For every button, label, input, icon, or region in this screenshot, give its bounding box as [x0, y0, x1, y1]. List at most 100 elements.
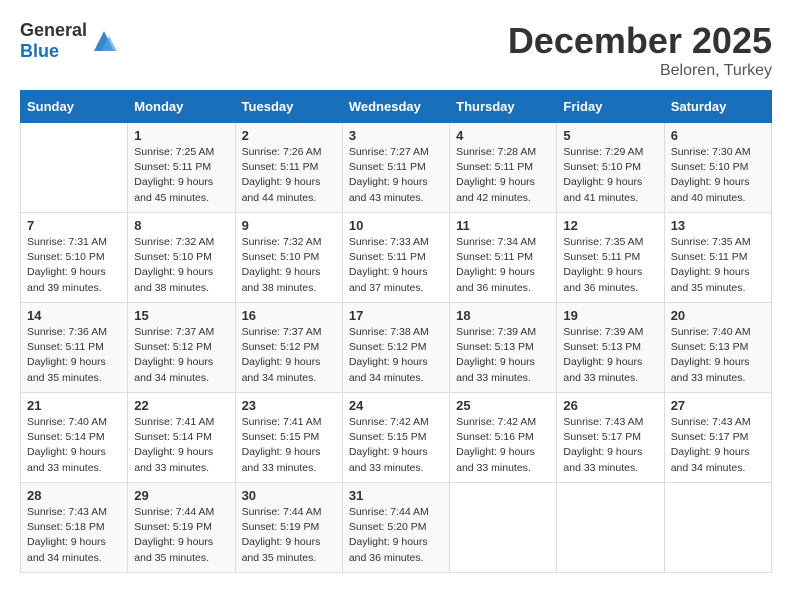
day-number: 3 — [349, 128, 443, 143]
day-number: 25 — [456, 398, 550, 413]
day-info: Sunrise: 7:26 AMSunset: 5:11 PMDaylight:… — [242, 145, 336, 206]
day-info: Sunrise: 7:29 AMSunset: 5:10 PMDaylight:… — [563, 145, 657, 206]
calendar-cell — [21, 123, 128, 213]
day-number: 9 — [242, 218, 336, 233]
day-number: 26 — [563, 398, 657, 413]
day-info: Sunrise: 7:39 AMSunset: 5:13 PMDaylight:… — [456, 325, 550, 386]
calendar-cell: 20 Sunrise: 7:40 AMSunset: 5:13 PMDayligh… — [664, 303, 771, 393]
day-info: Sunrise: 7:25 AMSunset: 5:11 PMDaylight:… — [134, 145, 228, 206]
calendar-cell: 17Sunrise: 7:38 AMSunset: 5:12 PMDayligh… — [342, 303, 449, 393]
day-info: Sunrise: 7:43 AMSunset: 5:17 PMDaylight:… — [563, 415, 657, 476]
day-number: 11 — [456, 218, 550, 233]
day-number: 24 — [349, 398, 443, 413]
col-header-saturday: Saturday — [664, 91, 771, 123]
calendar-cell: 30 Sunrise: 7:44 AMSunset: 5:19 PMDayligh… — [235, 483, 342, 573]
calendar-cell: 12 Sunrise: 7:35 AMSunset: 5:11 PMDayligh… — [557, 213, 664, 303]
day-info: Sunrise: 7:28 AMSunset: 5:11 PMDaylight:… — [456, 145, 550, 206]
day-info: Sunrise: 7:34 AMSunset: 5:11 PMDaylight:… — [456, 235, 550, 296]
col-header-thursday: Thursday — [450, 91, 557, 123]
calendar-week-row: 1Sunrise: 7:25 AMSunset: 5:11 PMDaylight… — [21, 123, 772, 213]
calendar-cell — [664, 483, 771, 573]
day-info: Sunrise: 7:32 AMSunset: 5:10 PMDaylight:… — [242, 235, 336, 296]
day-info: Sunrise: 7:43 AMSunset: 5:17 PMDaylight:… — [671, 415, 765, 476]
day-info: Sunrise: 7:44 AMSunset: 5:19 PMDaylight:… — [242, 505, 336, 566]
day-info: Sunrise: 7:30 AMSunset: 5:10 PMDaylight:… — [671, 145, 765, 206]
day-number: 14 — [27, 308, 121, 323]
calendar-cell: 1Sunrise: 7:25 AMSunset: 5:11 PMDaylight… — [128, 123, 235, 213]
day-number: 13 — [671, 218, 765, 233]
day-info: Sunrise: 7:37 AMSunset: 5:12 PMDaylight:… — [242, 325, 336, 386]
calendar-cell: 6 Sunrise: 7:30 AMSunset: 5:10 PMDaylight… — [664, 123, 771, 213]
day-number: 18 — [456, 308, 550, 323]
calendar-cell: 18 Sunrise: 7:39 AMSunset: 5:13 PMDayligh… — [450, 303, 557, 393]
day-info: Sunrise: 7:36 AMSunset: 5:11 PMDaylight:… — [27, 325, 121, 386]
logo-blue: Blue — [20, 41, 59, 61]
calendar-cell: 29Sunrise: 7:44 AMSunset: 5:19 PMDayligh… — [128, 483, 235, 573]
day-info: Sunrise: 7:44 AMSunset: 5:19 PMDaylight:… — [134, 505, 228, 566]
header: General Blue December 2025 Beloren, Turk… — [20, 20, 772, 80]
col-header-tuesday: Tuesday — [235, 91, 342, 123]
day-info: Sunrise: 7:39 AMSunset: 5:13 PMDaylight:… — [563, 325, 657, 386]
day-info: Sunrise: 7:41 AMSunset: 5:15 PMDaylight:… — [242, 415, 336, 476]
calendar-cell: 16 Sunrise: 7:37 AMSunset: 5:12 PMDayligh… — [235, 303, 342, 393]
day-number: 23 — [242, 398, 336, 413]
calendar-cell: 23 Sunrise: 7:41 AMSunset: 5:15 PMDayligh… — [235, 393, 342, 483]
day-number: 19 — [563, 308, 657, 323]
day-info: Sunrise: 7:35 AMSunset: 5:11 PMDaylight:… — [671, 235, 765, 296]
calendar-cell — [450, 483, 557, 573]
calendar-cell: 7 Sunrise: 7:31 AMSunset: 5:10 PMDaylight… — [21, 213, 128, 303]
day-info: Sunrise: 7:42 AMSunset: 5:15 PMDaylight:… — [349, 415, 443, 476]
calendar-table: SundayMondayTuesdayWednesdayThursdayFrid… — [20, 90, 772, 573]
calendar-cell: 9 Sunrise: 7:32 AMSunset: 5:10 PMDaylight… — [235, 213, 342, 303]
calendar-cell: 28Sunrise: 7:43 AMSunset: 5:18 PMDayligh… — [21, 483, 128, 573]
calendar-cell — [557, 483, 664, 573]
calendar-cell: 3 Sunrise: 7:27 AMSunset: 5:11 PMDaylight… — [342, 123, 449, 213]
calendar-cell: 4 Sunrise: 7:28 AMSunset: 5:11 PMDaylight… — [450, 123, 557, 213]
day-number: 2 — [242, 128, 336, 143]
day-number: 12 — [563, 218, 657, 233]
day-number: 6 — [671, 128, 765, 143]
day-info: Sunrise: 7:42 AMSunset: 5:16 PMDaylight:… — [456, 415, 550, 476]
month-title: December 2025 — [508, 20, 772, 62]
calendar-week-row: 28Sunrise: 7:43 AMSunset: 5:18 PMDayligh… — [21, 483, 772, 573]
day-number: 8 — [134, 218, 228, 233]
location-subtitle: Beloren, Turkey — [508, 62, 772, 80]
logo-icon — [89, 26, 119, 56]
day-info: Sunrise: 7:32 AMSunset: 5:10 PMDaylight:… — [134, 235, 228, 296]
day-number: 22 — [134, 398, 228, 413]
day-info: Sunrise: 7:37 AMSunset: 5:12 PMDaylight:… — [134, 325, 228, 386]
calendar-header-row: SundayMondayTuesdayWednesdayThursdayFrid… — [21, 91, 772, 123]
day-number: 7 — [27, 218, 121, 233]
day-info: Sunrise: 7:40 AMSunset: 5:13 PMDaylight:… — [671, 325, 765, 386]
calendar-cell: 5 Sunrise: 7:29 AMSunset: 5:10 PMDaylight… — [557, 123, 664, 213]
day-number: 5 — [563, 128, 657, 143]
calendar-cell: 2 Sunrise: 7:26 AMSunset: 5:11 PMDaylight… — [235, 123, 342, 213]
day-number: 15 — [134, 308, 228, 323]
calendar-week-row: 14 Sunrise: 7:36 AMSunset: 5:11 PMDayligh… — [21, 303, 772, 393]
day-number: 17 — [349, 308, 443, 323]
col-header-wednesday: Wednesday — [342, 91, 449, 123]
day-number: 30 — [242, 488, 336, 503]
title-area: December 2025 Beloren, Turkey — [508, 20, 772, 80]
day-info: Sunrise: 7:27 AMSunset: 5:11 PMDaylight:… — [349, 145, 443, 206]
logo-text: General Blue — [20, 20, 87, 62]
day-info: Sunrise: 7:43 AMSunset: 5:18 PMDaylight:… — [27, 505, 121, 566]
calendar-cell: 27Sunrise: 7:43 AMSunset: 5:17 PMDayligh… — [664, 393, 771, 483]
day-number: 21 — [27, 398, 121, 413]
logo: General Blue — [20, 20, 119, 62]
day-number: 20 — [671, 308, 765, 323]
calendar-cell: 26 Sunrise: 7:43 AMSunset: 5:17 PMDayligh… — [557, 393, 664, 483]
calendar-cell: 10Sunrise: 7:33 AMSunset: 5:11 PMDayligh… — [342, 213, 449, 303]
day-number: 4 — [456, 128, 550, 143]
col-header-friday: Friday — [557, 91, 664, 123]
calendar-week-row: 7 Sunrise: 7:31 AMSunset: 5:10 PMDaylight… — [21, 213, 772, 303]
calendar-cell: 15 Sunrise: 7:37 AMSunset: 5:12 PMDayligh… — [128, 303, 235, 393]
col-header-monday: Monday — [128, 91, 235, 123]
day-info: Sunrise: 7:31 AMSunset: 5:10 PMDaylight:… — [27, 235, 121, 296]
calendar-cell: 24 Sunrise: 7:42 AMSunset: 5:15 PMDayligh… — [342, 393, 449, 483]
logo-general: General — [20, 20, 87, 40]
day-info: Sunrise: 7:44 AMSunset: 5:20 PMDaylight:… — [349, 505, 443, 566]
day-number: 16 — [242, 308, 336, 323]
day-info: Sunrise: 7:33 AMSunset: 5:11 PMDaylight:… — [349, 235, 443, 296]
day-info: Sunrise: 7:35 AMSunset: 5:11 PMDaylight:… — [563, 235, 657, 296]
